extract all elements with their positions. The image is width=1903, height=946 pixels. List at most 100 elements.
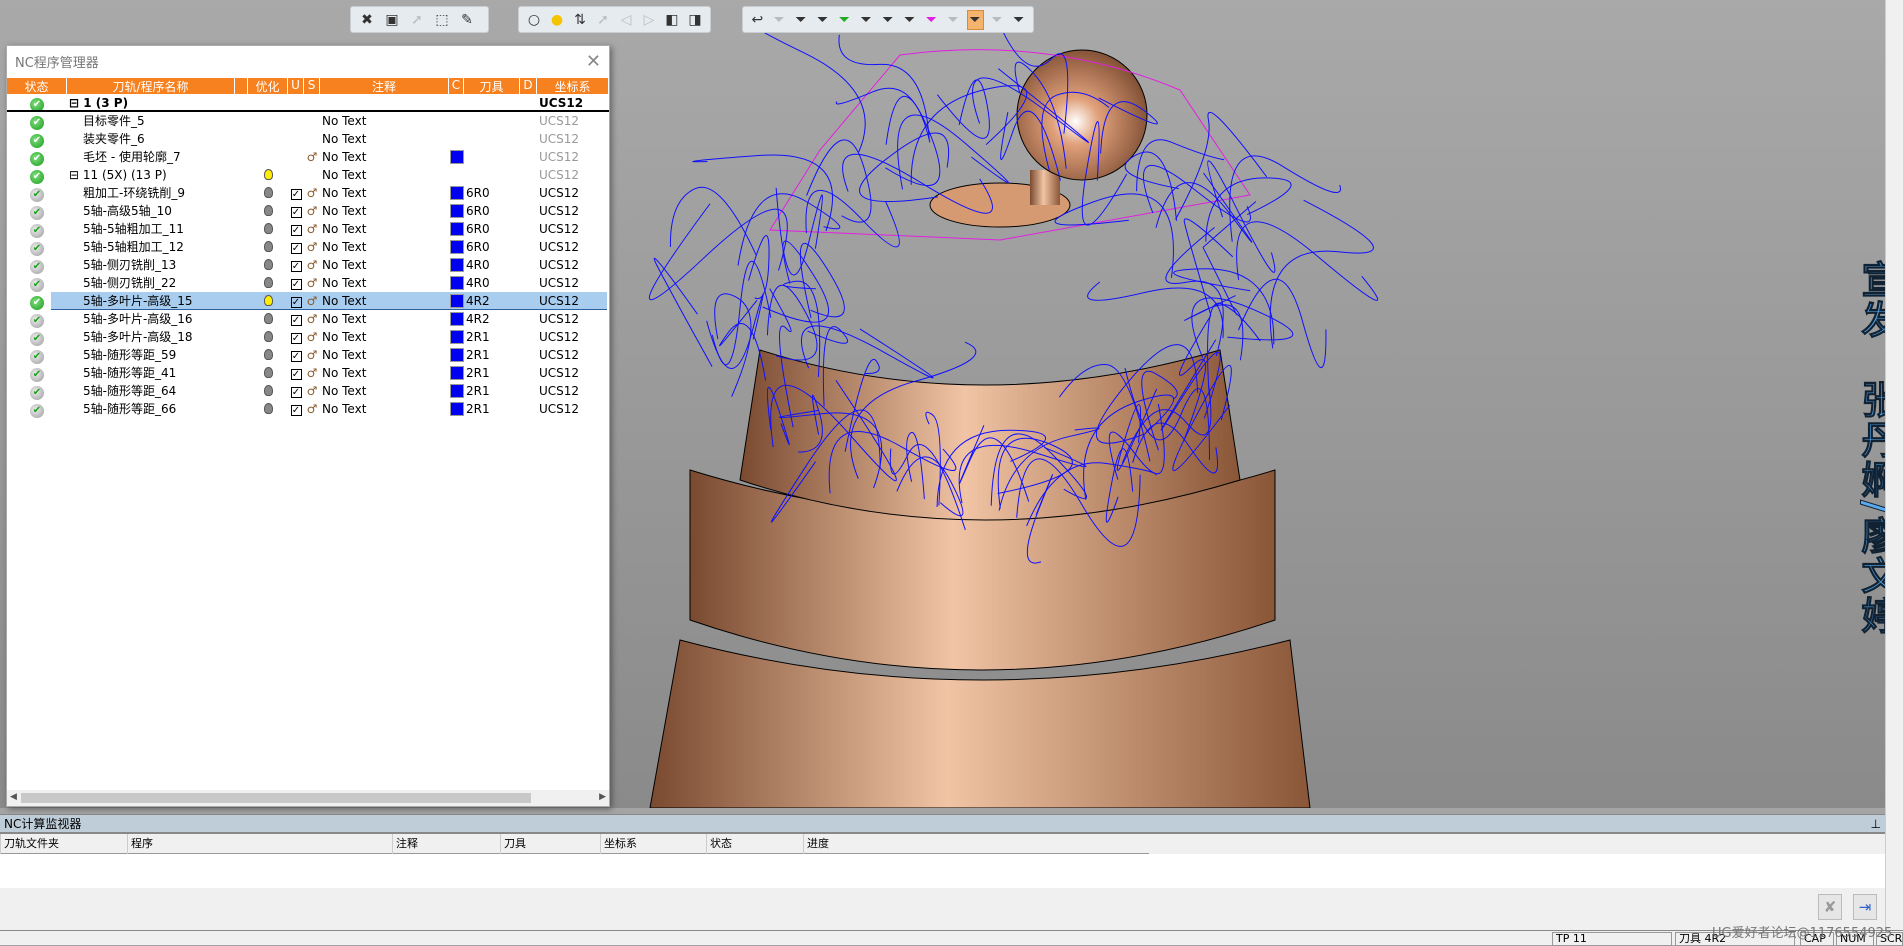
operation-row[interactable]: ✔ 5轴-多叶片-高级_15 ✓ ♂ No Text 4R2 UCS12: [7, 292, 609, 310]
checkbox-icon[interactable]: ✓: [290, 315, 302, 326]
operation-row[interactable]: ✔ 毛坯 - 使用轮廓_7 ♂ No Text UCS12: [7, 148, 609, 166]
monitor-column-header[interactable]: 进度: [803, 834, 1149, 854]
column-header[interactable]: 刀具: [464, 78, 520, 94]
operation-name[interactable]: 装夹零件_6: [67, 130, 235, 148]
operation-name[interactable]: 5轴-侧刃铣削_22: [67, 274, 235, 292]
operation-row[interactable]: ✔ 5轴-多叶片-高级_18 ✓ ♂ No Text 2R1 UCS12: [7, 328, 609, 346]
checkbox[interactable]: ✓: [288, 184, 304, 202]
scroll-thumb[interactable]: [21, 793, 531, 803]
checkbox[interactable]: ✓: [288, 238, 304, 256]
checkbox[interactable]: ✓: [288, 202, 304, 220]
operation-row[interactable]: ✔ 5轴-侧刃铣削_22 ✓ ♂ No Text 4R0 UCS12: [7, 274, 609, 292]
path-filter-icon[interactable]: ⏷: [966, 9, 984, 30]
checkbox[interactable]: ✓: [288, 274, 304, 292]
bulb-icon[interactable]: [248, 220, 288, 238]
checkbox[interactable]: ✓: [288, 292, 304, 310]
checkbox-icon[interactable]: ✓: [290, 387, 302, 398]
operation-row[interactable]: ✔ 粗加工-环绕铣削_9 ✓ ♂ No Text 6R0 UCS12: [7, 184, 609, 202]
undo-icon[interactable]: ↩: [749, 10, 766, 30]
operation-name[interactable]: ⊟ 1 (3 P): [67, 94, 235, 110]
monitor-column-header[interactable]: 坐标系: [600, 834, 706, 854]
checkbox-icon[interactable]: ✓: [290, 243, 302, 254]
checkbox-icon[interactable]: ✓: [290, 369, 302, 380]
operation-name[interactable]: 5轴-多叶片-高级_15: [67, 292, 235, 310]
program-group-row[interactable]: ✔ ⊟ 11 (5X) (13 P) No Text UCS12: [7, 166, 609, 184]
curve-filter-2-icon[interactable]: ⏷: [880, 10, 897, 30]
column-header[interactable]: C: [449, 78, 464, 94]
operation-row[interactable]: ✔ 目标零件_5 No Text UCS12: [7, 112, 609, 130]
checkbox[interactable]: ✓: [288, 346, 304, 364]
checkbox[interactable]: ✓: [288, 400, 304, 418]
wireframe-select-icon[interactable]: ▣: [382, 10, 402, 30]
operation-name[interactable]: 5轴-高级5轴_10: [67, 202, 235, 220]
operation-row[interactable]: ✔ 装夹零件_6 No Text UCS12: [7, 130, 609, 148]
operation-name[interactable]: 5轴-5轴粗加工_11: [67, 220, 235, 238]
pin-icon[interactable]: ⊥: [1871, 815, 1881, 832]
operation-name[interactable]: 5轴-随形等距_59: [67, 346, 235, 364]
horizontal-scrollbar[interactable]: ◀ ▶: [7, 790, 609, 806]
operation-name[interactable]: 目标零件_5: [67, 112, 235, 130]
checkbox-icon[interactable]: ✓: [290, 225, 302, 236]
toggle-display-icon[interactable]: ⇅: [571, 10, 589, 30]
pink-plane-filter-icon[interactable]: ⏷: [923, 10, 940, 30]
bulb-icon[interactable]: [248, 310, 288, 328]
operation-name[interactable]: 5轴-5轴粗加工_12: [67, 238, 235, 256]
bulb-icon[interactable]: [248, 328, 288, 346]
cube-icon[interactable]: ◧: [663, 10, 681, 30]
cancel-icon[interactable]: ✘: [1818, 894, 1842, 920]
bulb-on-icon[interactable]: ●: [548, 10, 566, 30]
check-filter-icon[interactable]: ⏷: [836, 10, 853, 30]
column-header[interactable]: [235, 78, 248, 94]
checkbox[interactable]: ✓: [288, 220, 304, 238]
operation-name[interactable]: 5轴-随形等距_41: [67, 364, 235, 382]
checkbox[interactable]: ✓: [288, 256, 304, 274]
bulb-icon[interactable]: [248, 364, 288, 382]
monitor-column-header[interactable]: 状态: [706, 834, 803, 854]
resource-bar[interactable]: [1885, 0, 1903, 930]
operation-name[interactable]: 5轴-多叶片-高级_18: [67, 328, 235, 346]
operation-row[interactable]: ✔ 5轴-随形等距_64 ✓ ♂ No Text 2R1 UCS12: [7, 382, 609, 400]
checkbox-icon[interactable]: ✓: [290, 261, 302, 272]
collapse-icon[interactable]: ⊟: [69, 96, 83, 110]
column-header[interactable]: 刀轨/程序名称: [67, 78, 235, 94]
select-filter-icon[interactable]: ➚: [407, 10, 427, 30]
cube-cursor-icon[interactable]: ◨: [686, 10, 704, 30]
column-header[interactable]: 注释: [320, 78, 449, 94]
arrow-left-icon[interactable]: ◁: [617, 10, 635, 30]
column-header[interactable]: 坐标系: [537, 78, 609, 94]
checkbox-icon[interactable]: ✓: [290, 189, 302, 200]
checkbox-icon[interactable]: ✓: [290, 297, 302, 308]
pointer-bulb-icon[interactable]: ➚: [594, 10, 612, 30]
column-header[interactable]: D: [520, 78, 537, 94]
checkbox[interactable]: ✓: [288, 310, 304, 328]
close-icon[interactable]: ✕: [586, 51, 601, 72]
checkbox-icon[interactable]: ✓: [290, 405, 302, 416]
operation-row[interactable]: ✔ 5轴-5轴粗加工_12 ✓ ♂ No Text 6R0 UCS12: [7, 238, 609, 256]
operation-row[interactable]: ✔ 5轴-高级5轴_10 ✓ ♂ No Text 6R0 UCS12: [7, 202, 609, 220]
point-filter-icon[interactable]: ⏷: [1010, 10, 1027, 30]
operation-name[interactable]: 粗加工-环绕铣削_9: [67, 184, 235, 202]
column-header[interactable]: U: [288, 78, 304, 94]
checkbox-icon[interactable]: ✓: [290, 207, 302, 218]
checkbox[interactable]: ✓: [288, 382, 304, 400]
operation-row[interactable]: ✔ 5轴-侧刃铣削_13 ✓ ♂ No Text 4R0 UCS12: [7, 256, 609, 274]
deselect-icon[interactable]: ✖: [357, 10, 377, 30]
operation-name[interactable]: 毛坯 - 使用轮廓_7: [67, 148, 235, 166]
filter-icon[interactable]: ⏷: [771, 10, 788, 30]
bulb-icon[interactable]: [248, 256, 288, 274]
bulb-icon[interactable]: [248, 184, 288, 202]
bulb-icon[interactable]: [248, 346, 288, 364]
bulb-icon[interactable]: [248, 400, 288, 418]
scroll-left-icon[interactable]: ◀: [10, 792, 17, 802]
monitor-column-header[interactable]: 刀轨文件夹: [0, 834, 127, 854]
solid-filter-icon[interactable]: ⏷: [989, 10, 1006, 30]
operation-row[interactable]: ✔ 5轴-多叶片-高级_16 ✓ ♂ No Text 4R2 UCS12: [7, 310, 609, 328]
bulb-icon[interactable]: [248, 274, 288, 292]
bulb-icon[interactable]: [248, 292, 288, 310]
operation-row[interactable]: ✔ 5轴-随形等距_59 ✓ ♂ No Text 2R1 UCS12: [7, 346, 609, 364]
checkbox[interactable]: ✓: [288, 364, 304, 382]
monitor-column-header[interactable]: 刀具: [500, 834, 600, 854]
operation-row[interactable]: ✔ 5轴-随形等距_41 ✓ ♂ No Text 2R1 UCS12: [7, 364, 609, 382]
bulb-icon[interactable]: [248, 202, 288, 220]
column-header[interactable]: 状态: [7, 78, 67, 94]
